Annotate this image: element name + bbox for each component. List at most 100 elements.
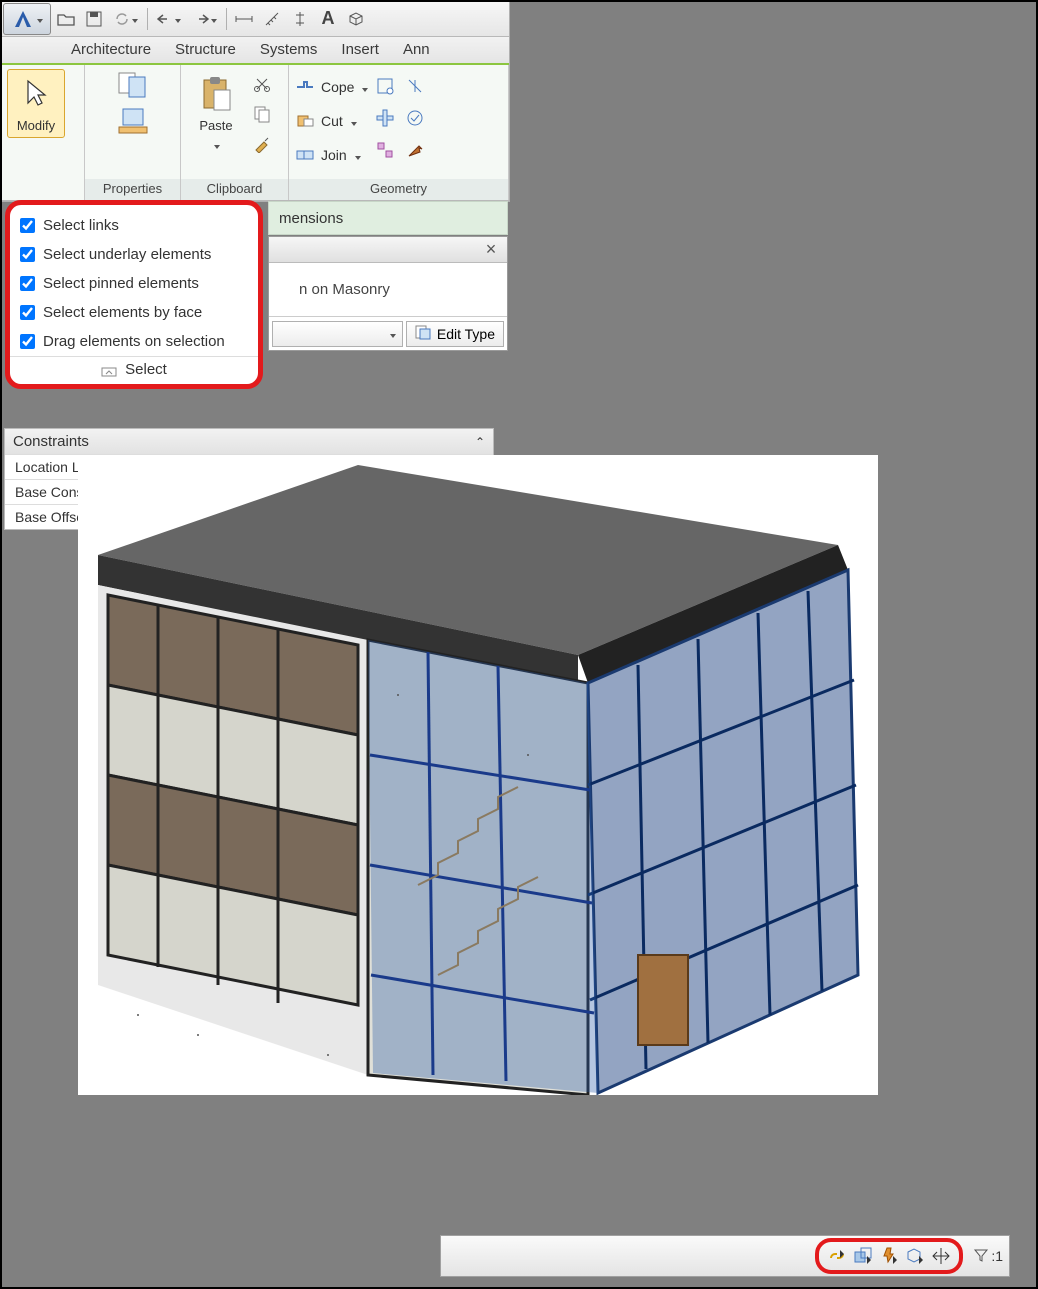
select-panel-title[interactable]: Select [10, 356, 258, 384]
select-expanded-panel: Select links Select underlay elements Se… [5, 200, 263, 389]
tab-insert[interactable]: Insert [329, 37, 391, 64]
measure-icon[interactable] [259, 6, 285, 32]
cut-icon[interactable] [249, 71, 275, 97]
filter-icon [973, 1247, 989, 1266]
text-icon[interactable]: A [315, 6, 341, 32]
drag-on-selection-toggle[interactable] [929, 1244, 953, 1268]
redo-icon[interactable] [188, 6, 222, 32]
select-underlay-toggle[interactable] [851, 1244, 875, 1268]
option-label: Select underlay elements [43, 246, 211, 263]
select-underlay-option[interactable]: Select underlay elements [16, 240, 252, 269]
drag-on-selection-option[interactable]: Drag elements on selection [16, 327, 252, 356]
panel-clipboard: Paste Clipboard [181, 65, 289, 200]
building-model-icon [78, 455, 878, 1095]
cope-icon [295, 77, 315, 97]
geom-tool-2[interactable] [372, 105, 398, 131]
join-button[interactable]: Join [295, 141, 368, 169]
separator [226, 8, 227, 30]
demolish-icon[interactable] [402, 137, 428, 163]
dim-icon[interactable] [231, 6, 257, 32]
cope-label: Cope [321, 79, 354, 95]
select-links-toggle[interactable] [825, 1244, 849, 1268]
select-by-face-option[interactable]: Select elements by face [16, 298, 252, 327]
match-icon[interactable] [249, 131, 275, 157]
join-label: Join [321, 147, 347, 163]
modify-button[interactable]: Modify [7, 69, 65, 138]
checkbox[interactable] [20, 247, 35, 262]
cut-geom-button[interactable]: Cut [295, 107, 368, 135]
geom-tool-1[interactable] [372, 73, 398, 99]
separator [147, 8, 148, 30]
panel-properties: Properties [85, 65, 181, 200]
select-pinned-toggle[interactable] [877, 1244, 901, 1268]
option-label: Select links [43, 217, 119, 234]
geom-tool-3[interactable] [372, 137, 398, 163]
undo-icon[interactable] [152, 6, 186, 32]
tab-structure[interactable]: Structure [163, 37, 248, 64]
modify-label: Modify [17, 118, 55, 133]
type-props-icon[interactable] [117, 69, 149, 101]
edit-type-label: Edit Type [437, 326, 495, 342]
active-tab-indicator [1, 63, 509, 65]
paste-label: Paste [199, 118, 232, 133]
type-row: Edit Type [269, 316, 507, 350]
edit-type-button[interactable]: Edit Type [406, 321, 504, 347]
option-label: Select pinned elements [43, 275, 199, 292]
panel-title-clipboard: Clipboard [181, 179, 288, 200]
copy-icon[interactable] [249, 101, 275, 127]
app-menu-button[interactable] [3, 3, 51, 35]
option-label: Drag elements on selection [43, 333, 225, 350]
close-icon[interactable]: × [481, 240, 501, 260]
checkbox[interactable] [20, 305, 35, 320]
cope-button[interactable]: Cope [295, 73, 368, 101]
filter-count: :1 [991, 1248, 1003, 1264]
panel-select: Modify x [1, 65, 85, 200]
section-icon[interactable] [287, 6, 313, 32]
status-bar: :1 [440, 1235, 1010, 1277]
select-title-label: Select [125, 361, 167, 378]
constraints-header[interactable]: Constraints ⌃ [5, 429, 493, 454]
sync-icon[interactable] [109, 6, 143, 32]
geom-tool-4[interactable] [402, 73, 428, 99]
checkbox[interactable] [20, 276, 35, 291]
panel-title-geometry: Geometry [289, 179, 508, 200]
type-dropdown[interactable] [272, 321, 403, 347]
expand-icon: ⌃ [475, 435, 485, 449]
tab-annotate[interactable]: Ann [391, 37, 442, 64]
3d-view[interactable] [78, 455, 878, 1095]
checkbox[interactable] [20, 218, 35, 233]
select-links-option[interactable]: Select links [16, 211, 252, 240]
save-icon[interactable] [81, 6, 107, 32]
panel-geometry: Cope Cut Join Geometry [289, 65, 509, 200]
checkbox[interactable] [20, 334, 35, 349]
option-label: Select elements by face [43, 304, 202, 321]
geom-tool-5[interactable] [402, 105, 428, 131]
collapse-icon [101, 364, 117, 376]
cursor-icon [16, 74, 56, 114]
ribbon: Modify x Properties Paste [1, 65, 509, 201]
cut-label: Cut [321, 113, 343, 129]
panel-title-properties: Properties [85, 179, 180, 200]
paste-button[interactable]: Paste [187, 69, 245, 157]
cut-geom-icon [295, 111, 315, 131]
join-icon [295, 145, 315, 165]
inst-props-icon[interactable] [117, 105, 149, 137]
tab-architecture[interactable]: Architecture [59, 37, 163, 64]
quick-access-toolbar: A [1, 1, 509, 37]
context-tab-fragment[interactable]: mensions [268, 201, 508, 235]
palette-header: × [269, 237, 507, 263]
properties-palette: × n on Masonry Edit Type [268, 236, 508, 351]
clipboard-icon [196, 74, 236, 114]
selection-filter[interactable]: :1 [973, 1247, 1003, 1266]
select-pinned-option[interactable]: Select pinned elements [16, 269, 252, 298]
type-selector-label: n on Masonry [269, 263, 507, 316]
constraints-header-label: Constraints [13, 433, 89, 450]
ribbon-tabs: Architecture Structure Systems Insert An… [1, 37, 509, 65]
select-by-face-toggle[interactable] [903, 1244, 927, 1268]
selection-toggle-group [815, 1238, 963, 1274]
edit-type-icon [415, 324, 431, 343]
tab-systems[interactable]: Systems [248, 37, 330, 64]
top-panel: A Architecture Structure Systems Insert … [0, 0, 510, 202]
3d-icon[interactable] [343, 6, 369, 32]
open-icon[interactable] [53, 6, 79, 32]
